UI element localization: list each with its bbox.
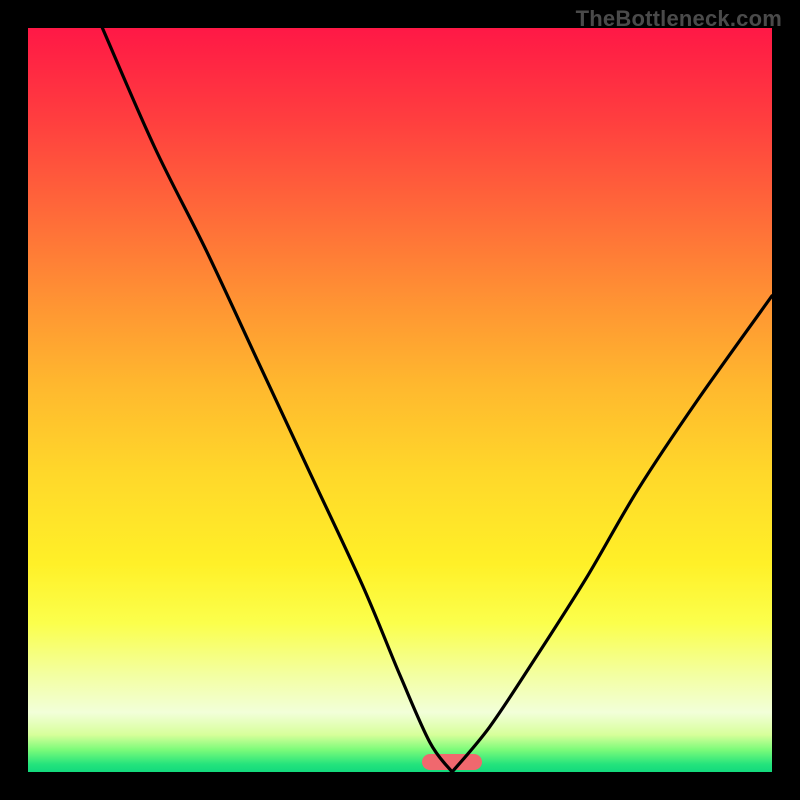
- watermark-text: TheBottleneck.com: [576, 6, 782, 32]
- curve-left-branch: [102, 28, 452, 772]
- bottleneck-curve: [28, 28, 772, 772]
- plot-area: [28, 28, 772, 772]
- chart-frame: TheBottleneck.com: [0, 0, 800, 800]
- curve-right-branch: [452, 296, 772, 772]
